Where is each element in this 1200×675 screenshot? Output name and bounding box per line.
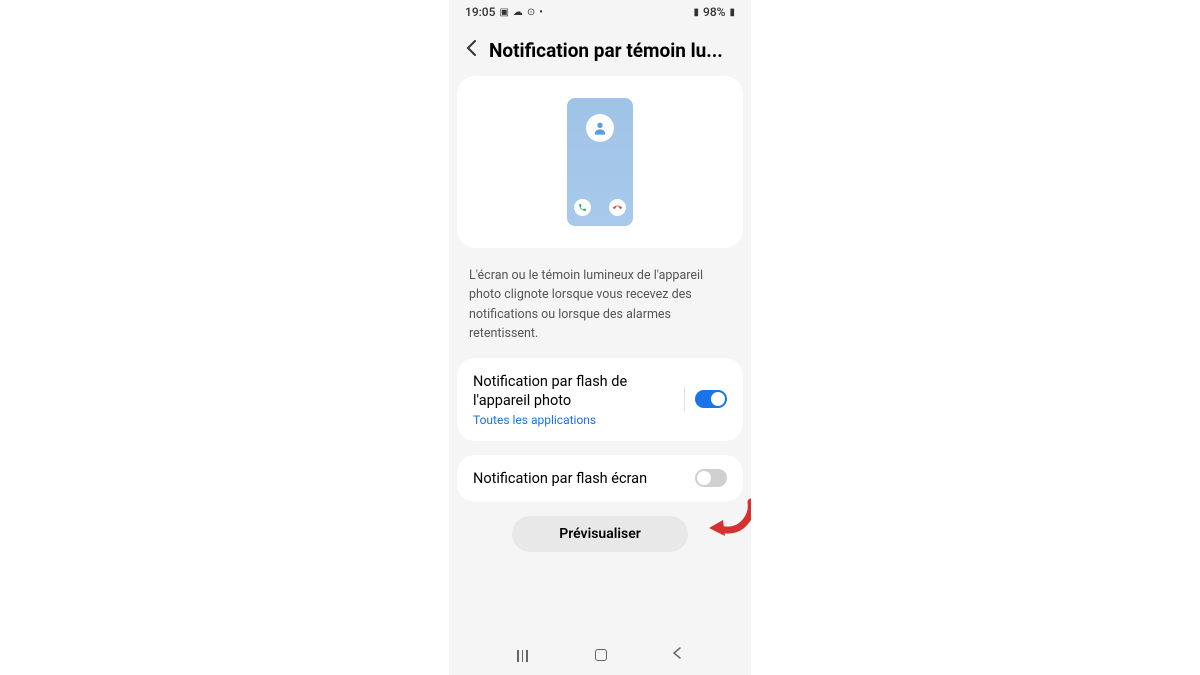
person-icon (592, 120, 608, 136)
header: Notification par témoin lu... (449, 24, 751, 76)
camera-flash-text: Notification par flash de l'appareil pho… (473, 372, 684, 427)
signal-icon: ▮ (693, 7, 699, 18)
navigation-bar (449, 641, 751, 669)
divider (684, 387, 685, 411)
illustration-card (457, 76, 743, 248)
screen-flash-text: Notification par flash écran (473, 469, 695, 489)
phone-screen: 19:05 ▣ ☁ ⊙ • ▮ 98% ▮ Notification par t… (449, 0, 751, 675)
phone-illustration (567, 98, 633, 226)
back-nav-button[interactable] (671, 646, 683, 664)
toggle-knob (711, 392, 725, 406)
battery-percent: 98% (703, 5, 725, 19)
decline-call-icon (609, 199, 626, 216)
preview-button[interactable]: Prévisualiser (512, 516, 688, 552)
home-button[interactable] (595, 649, 607, 661)
status-time: 19:05 (465, 5, 495, 19)
annotation-arrow-icon (703, 498, 751, 540)
camera-flash-card[interactable]: Notification par flash de l'appareil pho… (457, 358, 743, 441)
image-icon: ▣ (499, 7, 508, 18)
status-bar: 19:05 ▣ ☁ ⊙ • ▮ 98% ▮ (449, 0, 751, 24)
home-icon (595, 649, 607, 661)
dot-icon: • (539, 7, 543, 18)
description-text: L'écran ou le témoin lumineux de l'appar… (449, 248, 751, 358)
recents-button[interactable] (517, 650, 531, 660)
back-nav-icon (671, 646, 683, 660)
toggle-knob (697, 471, 711, 485)
recents-icon (517, 650, 531, 660)
cloud-icon: ☁ (513, 7, 523, 18)
chevron-left-icon (465, 39, 477, 57)
avatar-circle (586, 114, 614, 142)
status-left: 19:05 ▣ ☁ ⊙ • (465, 5, 543, 19)
camera-flash-subtitle[interactable]: Toutes les applications (473, 413, 684, 427)
battery-icon: ▮ (729, 7, 735, 18)
page-title: Notification par témoin lu... (489, 39, 735, 62)
back-button[interactable] (465, 38, 477, 62)
screen-flash-card[interactable]: Notification par flash écran (457, 455, 743, 503)
status-right: ▮ 98% ▮ (693, 5, 735, 19)
screen-flash-title: Notification par flash écran (473, 469, 695, 489)
camera-flash-toggle[interactable] (695, 390, 727, 408)
call-buttons (574, 199, 626, 216)
camera-flash-title: Notification par flash de l'appareil pho… (473, 372, 684, 411)
screen-flash-toggle[interactable] (695, 469, 727, 487)
location-icon: ⊙ (527, 7, 535, 18)
accept-call-icon (574, 199, 591, 216)
